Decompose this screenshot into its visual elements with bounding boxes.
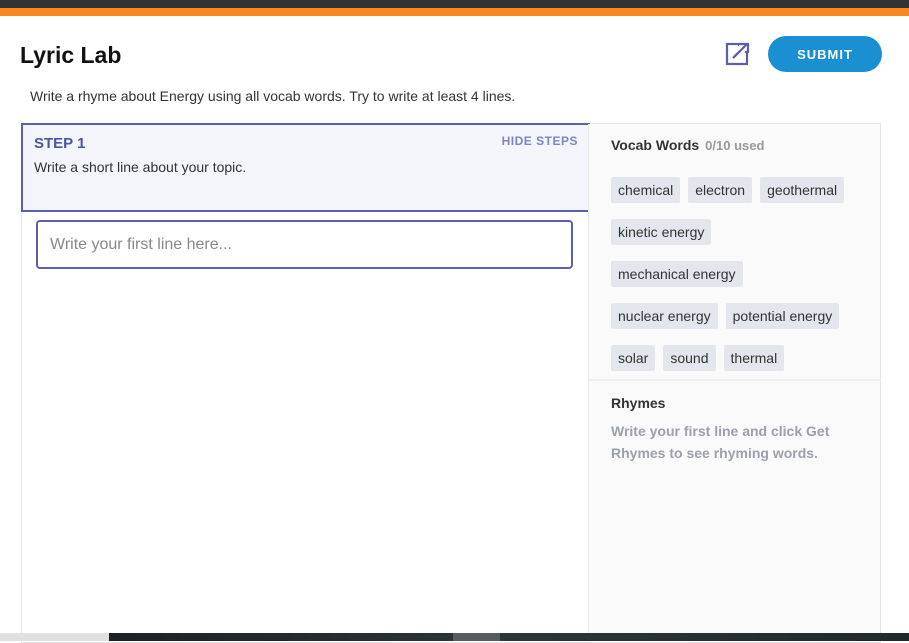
vocab-chips: chemical electron geothermal kinetic energy… [611,177,871,371]
accent-stripe [0,8,909,16]
step-description: Write a short line about your topic. [34,159,247,175]
first-line-input[interactable] [36,220,573,269]
instructions: Write a rhyme about Energy using all voc… [30,88,516,104]
vocab-chip[interactable]: thermal [723,345,785,371]
open-external-icon[interactable] [725,41,751,67]
vocab-chip[interactable]: kinetic energy [611,219,712,245]
vocab-chip[interactable]: electron [688,177,753,203]
vocab-chip[interactable]: potential energy [725,303,840,329]
page-title: Lyric Lab [20,42,122,68]
top-bar [0,0,909,8]
vocab-chip[interactable]: solar [611,345,656,371]
vocab-chip[interactable]: mechanical energy [611,261,743,287]
scrollbar-thumb[interactable] [453,633,500,641]
divider [589,379,881,381]
vocab-header: Vocab Words 0/10 used [611,137,764,153]
vocab-title: Vocab Words [611,137,700,153]
taskbar [0,633,909,641]
step-panel: STEP 1 Write a short line about your top… [21,123,590,212]
rhymes-title: Rhymes [611,395,666,411]
vocab-chip[interactable]: chemical [611,177,681,203]
rhymes-hint: Write your first line and click Get Rhym… [611,423,830,461]
vocab-chip[interactable]: geothermal [760,177,845,203]
vocab-chip[interactable]: nuclear energy [611,303,718,329]
step-title: STEP 1 [34,135,86,152]
vocab-chip[interactable]: sound [663,345,716,371]
submit-button[interactable]: SUBMIT [768,36,882,72]
vocab-sidebar: Vocab Words 0/10 used chemical electron geo… [588,124,881,641]
vocab-count: 0/10 used [705,138,765,153]
hide-steps-button[interactable]: HIDE STEPS [502,134,578,148]
taskbar-strip [109,633,909,641]
